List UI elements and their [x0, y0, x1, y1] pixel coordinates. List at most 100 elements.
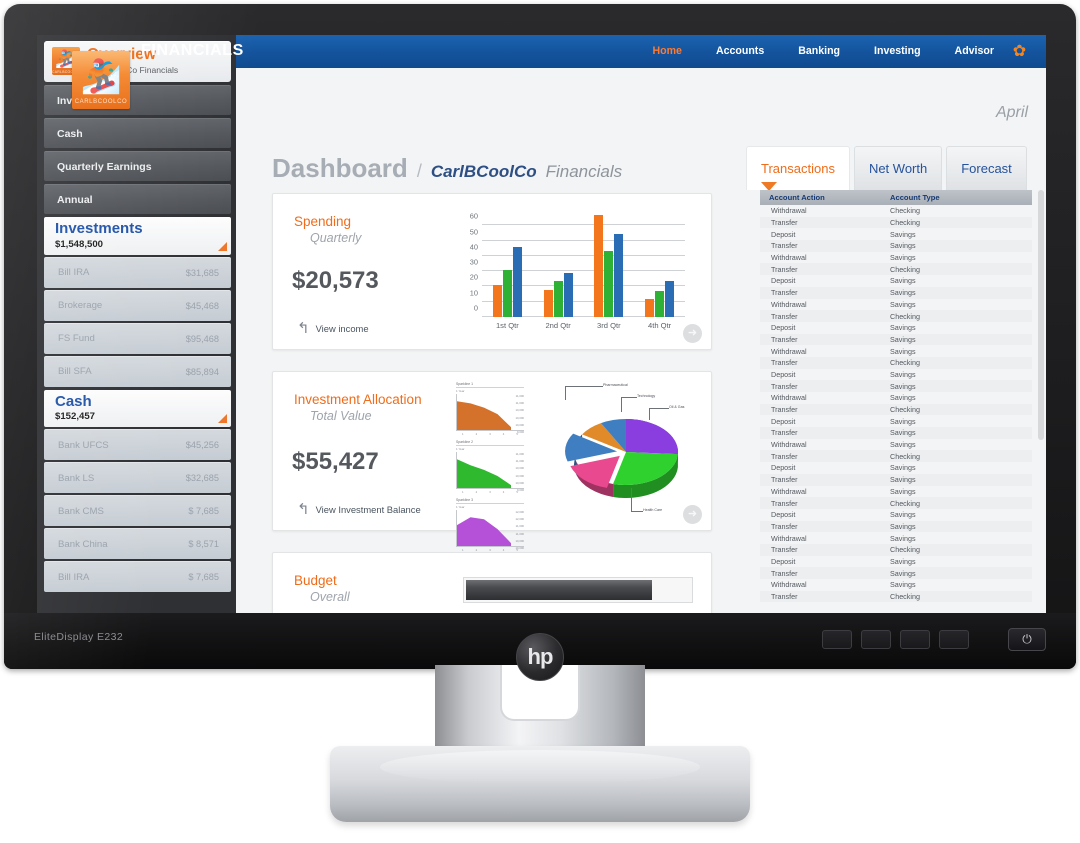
osd-button-1[interactable] — [822, 630, 852, 649]
pie-leader-line — [621, 397, 622, 412]
table-row[interactable]: Deposit Savings — [760, 415, 1032, 427]
sparkline-chart: Sparkline 21 Year 11,000 11,000 10,000 10,00… — [456, 440, 524, 494]
cell-account-action: Transfer — [771, 545, 798, 555]
account-amount: $85,894 — [185, 366, 219, 377]
sidebar-nav-item-cash[interactable]: Cash — [44, 118, 231, 148]
sidebar-account-row[interactable]: Bank LS $32,685 — [44, 462, 231, 493]
table-row[interactable]: Transfer Checking — [760, 216, 1032, 229]
view-income-link[interactable]: ↰ View income — [297, 321, 369, 336]
table-row[interactable]: Withdrawal Savings — [760, 486, 1032, 498]
table-row[interactable]: Transfer Savings — [760, 240, 1032, 252]
cell-account-action: Transfer — [771, 218, 798, 228]
tab-forecast[interactable]: Forecast — [946, 146, 1027, 190]
column-header-account-type[interactable]: Account Type — [890, 193, 1032, 202]
collapse-triangle-icon[interactable] — [218, 414, 227, 423]
table-row[interactable]: Withdrawal Savings — [760, 532, 1032, 544]
sidebar-account-row[interactable]: Bill SFA $85,894 — [44, 355, 231, 387]
table-row[interactable]: Transfer Checking — [760, 403, 1032, 416]
table-row[interactable]: Withdrawal Savings — [760, 439, 1032, 451]
table-row[interactable]: Withdrawal Savings — [760, 579, 1032, 591]
table-row[interactable]: Deposit Savings — [760, 369, 1032, 381]
table-row[interactable]: Deposit Savings — [760, 462, 1032, 474]
table-row[interactable]: Transfer Savings — [760, 520, 1032, 533]
spending-next-icon[interactable]: ➜ — [683, 324, 702, 343]
sidebar-group-cash[interactable]: Cash $152,457 — [44, 389, 231, 427]
bar-chart-y-tick: 50 — [469, 227, 478, 237]
cell-account-action: Withdrawal — [771, 206, 807, 216]
top-nav-accounts[interactable]: Accounts — [716, 45, 764, 57]
gear-icon[interactable]: ✿ — [1011, 43, 1028, 60]
view-investment-balance-link[interactable]: ↰ View Investment Balance — [297, 502, 421, 517]
sidebar-account-row[interactable]: Brokerage $45,468 — [44, 289, 231, 321]
column-header-account-action[interactable]: Account Action — [760, 193, 890, 202]
sidebar-nav-item-quarterly-earnings[interactable]: Quarterly Earnings — [44, 151, 231, 181]
power-button[interactable]: ⏻ — [1008, 628, 1046, 651]
bar-4-2 — [655, 291, 665, 317]
cell-account-type: Checking — [890, 592, 920, 602]
top-nav-advisor[interactable]: Advisor — [955, 45, 994, 57]
sparkline-y-tick: 11,000 — [515, 524, 524, 529]
bar-4-3 — [665, 281, 675, 317]
investment-allocation-card[interactable]: Investment Allocation Total Value $55,42… — [272, 371, 712, 552]
table-row[interactable]: Withdrawal Savings — [760, 392, 1032, 404]
table-row[interactable]: Deposit Savings — [760, 322, 1032, 334]
table-row[interactable]: Transfer Savings — [760, 567, 1032, 579]
spending-card[interactable]: Spending Quarterly $20,573 ↰ View income… — [272, 193, 712, 350]
tab-net-worth[interactable]: Net Worth — [853, 146, 943, 190]
collapse-triangle-icon[interactable] — [218, 241, 227, 251]
table-row[interactable]: Deposit Savings — [760, 275, 1032, 287]
table-row[interactable]: Transfer Savings — [760, 286, 1032, 299]
table-row[interactable]: Deposit Savings — [760, 509, 1032, 521]
table-row[interactable]: Deposit Savings — [760, 556, 1032, 568]
table-row[interactable]: Transfer Checking — [760, 590, 1032, 603]
allocation-next-icon[interactable]: ➜ — [683, 505, 702, 524]
sidebar-account-row[interactable]: Bank China $ 8,571 — [44, 528, 231, 559]
sidebar-nav-item-annual[interactable]: Annual — [44, 184, 231, 214]
table-row[interactable]: Transfer Savings — [760, 333, 1032, 346]
bar-3-3 — [614, 234, 624, 317]
cell-account-type: Savings — [890, 253, 916, 263]
account-amount: $32,685 — [185, 473, 219, 483]
budget-card[interactable]: Budget Overall $75,254 — [272, 552, 712, 613]
cell-account-action: Deposit — [771, 369, 796, 379]
budget-progress-bar — [463, 577, 693, 603]
pie-slice-2 — [570, 455, 620, 488]
table-row[interactable]: Transfer Savings — [760, 473, 1032, 486]
cell-account-action: Transfer — [771, 288, 798, 298]
allocation-subtitle: Total Value — [310, 409, 372, 423]
pie-label-technology: Technology — [637, 394, 656, 398]
osd-button-4[interactable] — [939, 630, 969, 649]
table-row[interactable]: Transfer Checking — [760, 263, 1032, 276]
table-row[interactable]: Transfer Savings — [760, 380, 1032, 392]
sparkline-y-axis: 11,000 11,000 10,000 10,000 10,000 9,000 — [511, 452, 524, 492]
table-row[interactable]: Transfer Savings — [760, 427, 1032, 439]
table-row[interactable]: Withdrawal Savings — [760, 345, 1032, 357]
sidebar-account-row[interactable]: Bank UFCS $45,256 — [44, 429, 231, 460]
table-row[interactable]: Transfer Checking — [760, 497, 1032, 509]
table-row[interactable]: Withdrawal Checking — [760, 205, 1032, 217]
sidebar-account-row[interactable]: Bill IRA $ 7,685 — [44, 561, 231, 592]
bar-1-2 — [502, 270, 512, 317]
table-row[interactable]: Transfer Checking — [760, 450, 1032, 463]
tab-transactions[interactable]: Transactions — [746, 146, 850, 191]
top-nav-investing[interactable]: Investing — [874, 45, 921, 57]
sidebar-group-investments[interactable]: Investments $1,548,500 — [44, 217, 231, 255]
top-nav-banking[interactable]: Banking — [798, 45, 840, 57]
pie-leader-line — [631, 511, 643, 512]
table-row[interactable]: Withdrawal Savings — [760, 299, 1032, 311]
top-nav-home[interactable]: Home — [653, 45, 682, 57]
table-row[interactable]: Withdrawal Savings — [760, 252, 1032, 264]
sidebar-account-row[interactable]: Bank CMS $ 7,685 — [44, 495, 231, 526]
osd-button-3[interactable] — [900, 630, 930, 649]
back-arrow-icon: ↰ — [297, 320, 310, 337]
table-row[interactable]: Deposit Savings — [760, 228, 1032, 240]
table-row[interactable]: Transfer Checking — [760, 356, 1032, 369]
sidebar-account-row[interactable]: Bill IRA $31,685 — [44, 256, 231, 288]
osd-button-2[interactable] — [861, 630, 891, 649]
panel-scrollbar[interactable] — [1038, 190, 1044, 440]
sidebar-account-row[interactable]: FS Fund $95,468 — [44, 322, 231, 354]
page-title: Dashboard — [272, 153, 408, 183]
sparkline-x-tick: 4 — [502, 490, 505, 494]
table-row[interactable]: Transfer Checking — [760, 543, 1032, 556]
table-row[interactable]: Transfer Checking — [760, 310, 1032, 322]
